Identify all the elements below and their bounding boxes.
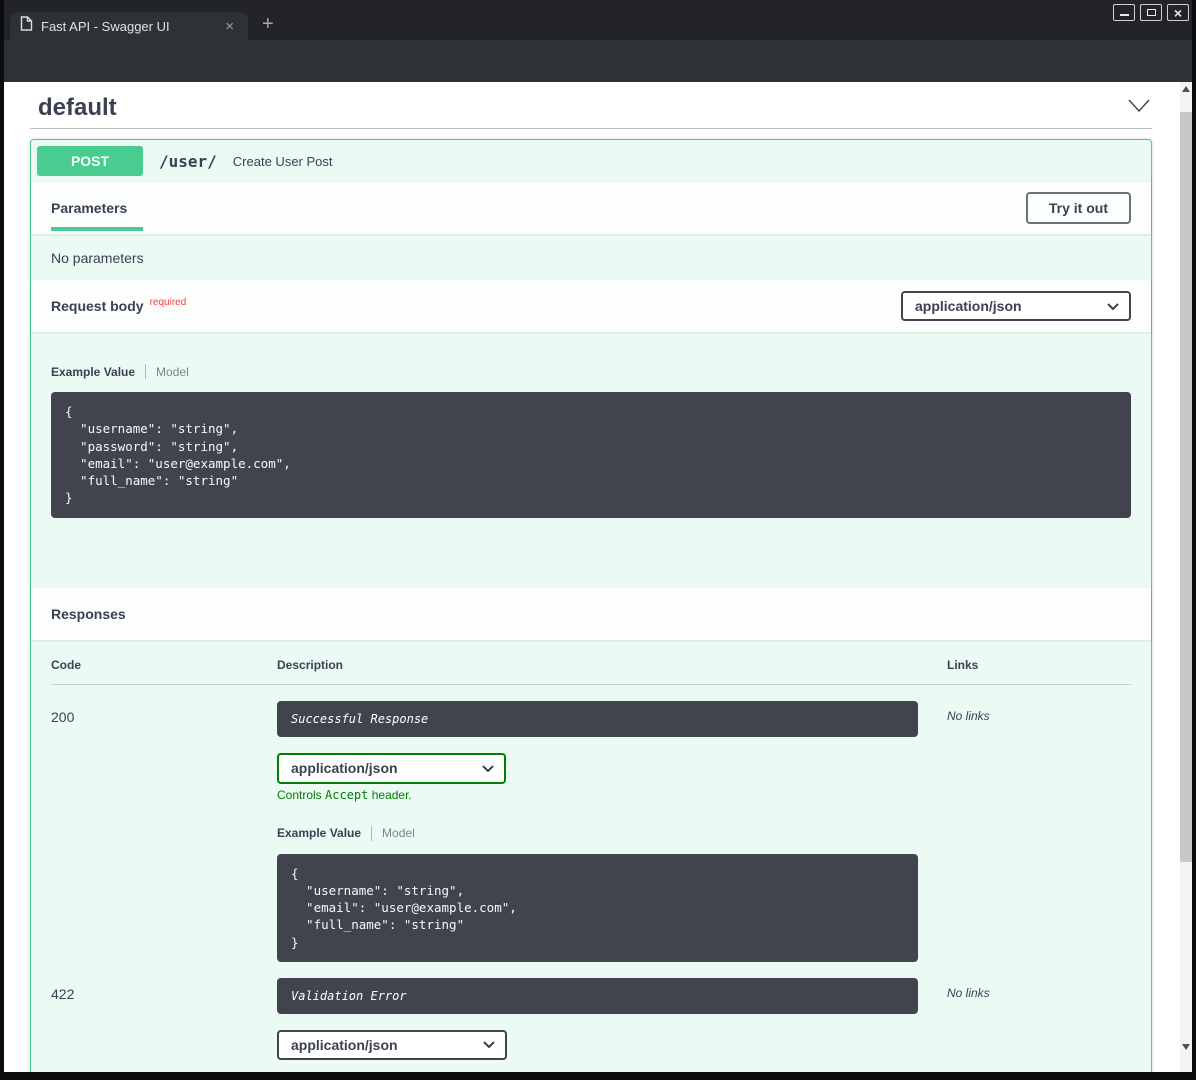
tab-close-icon[interactable]: × <box>221 19 238 34</box>
vertical-scrollbar[interactable] <box>1180 82 1192 1072</box>
chevron-down-icon <box>483 1041 495 1048</box>
browser-tab[interactable]: Fast API - Swagger UI × <box>10 12 248 40</box>
try-it-out-button[interactable]: Try it out <box>1026 192 1131 224</box>
col-description: Description <box>277 658 947 672</box>
response-description: Successful Response <box>277 701 918 737</box>
accept-header-note: Controls Accept header. <box>277 788 947 802</box>
response-links: No links <box>947 701 1131 962</box>
response-media-type-select[interactable]: application/json <box>277 753 506 784</box>
responses-table-header: Code Description Links <box>51 658 1131 685</box>
endpoint-summary: Create User Post <box>233 154 333 169</box>
opblock-summary[interactable]: POST /user/ Create User Post <box>31 140 1151 182</box>
tab-separator <box>371 826 372 841</box>
window-minimize-button[interactable] <box>1113 4 1135 21</box>
tab-strip: Fast API - Swagger UI × + × <box>0 0 1196 40</box>
browser-toolbar: 127.0.0.1:8000/docs ☆ <box>0 40 1196 82</box>
endpoint-path: /user/ <box>159 152 217 171</box>
response-code: 422 <box>51 978 277 1072</box>
page-content: default POST /user/ Create User Post Par… <box>4 82 1180 1072</box>
scrollbar-thumb[interactable] <box>1180 112 1192 862</box>
request-body-header: Request bodyrequired application/json <box>31 280 1151 332</box>
responses-title: Responses <box>51 606 126 622</box>
minimize-icon <box>1120 14 1129 16</box>
tab-example-value[interactable]: Example Value <box>277 826 361 840</box>
document-icon <box>20 16 33 36</box>
response-row-422: 422 Validation Error application/json Ex… <box>51 962 1131 1072</box>
response-media-type-select[interactable]: application/json <box>277 1030 507 1060</box>
chevron-down-icon <box>1107 303 1119 310</box>
opblock-post-user: POST /user/ Create User Post Parameters … <box>30 139 1152 1072</box>
tab-title: Fast API - Swagger UI <box>41 19 221 34</box>
chevron-down-icon <box>482 765 494 772</box>
chevron-down-icon[interactable] <box>1128 99 1150 117</box>
window-maximize-button[interactable] <box>1140 4 1162 21</box>
tab-separator <box>145 364 146 379</box>
response-description: Validation Error <box>277 978 918 1014</box>
responses-header: Responses <box>31 588 1151 640</box>
no-parameters-text: No parameters <box>31 234 1151 280</box>
window-border-left <box>0 0 4 1080</box>
window-close-button[interactable]: × <box>1167 4 1189 21</box>
new-tab-button[interactable]: + <box>262 14 274 34</box>
section-divider <box>30 128 1152 129</box>
tab-example-value[interactable]: Example Value <box>51 365 135 379</box>
scroll-down-arrow-icon[interactable] <box>1182 1044 1190 1050</box>
response-row-200: 200 Successful Response application/json… <box>51 685 1131 962</box>
method-badge: POST <box>37 146 143 176</box>
col-links: Links <box>947 658 1131 672</box>
request-body-title: Request bodyrequired <box>51 298 186 314</box>
tab-model[interactable]: Model <box>382 826 415 840</box>
maximize-icon <box>1147 9 1156 16</box>
response-example-json: { "username": "string", "email": "user@e… <box>277 854 918 962</box>
col-code: Code <box>51 658 277 672</box>
parameters-header: Parameters Try it out <box>31 182 1151 234</box>
request-example-json: { "username": "string", "password": "str… <box>51 392 1131 518</box>
required-label: required <box>150 297 187 308</box>
response-links: No links <box>947 978 1131 1072</box>
request-media-type-select[interactable]: application/json <box>901 291 1131 321</box>
tab-model[interactable]: Model <box>156 365 189 379</box>
api-section-title: default <box>38 94 117 122</box>
parameters-title: Parameters <box>51 200 127 216</box>
scroll-up-arrow-icon[interactable] <box>1182 86 1190 92</box>
window-border-bottom <box>0 1072 1196 1080</box>
window-border-right <box>1192 0 1196 1080</box>
response-code: 200 <box>51 701 277 962</box>
